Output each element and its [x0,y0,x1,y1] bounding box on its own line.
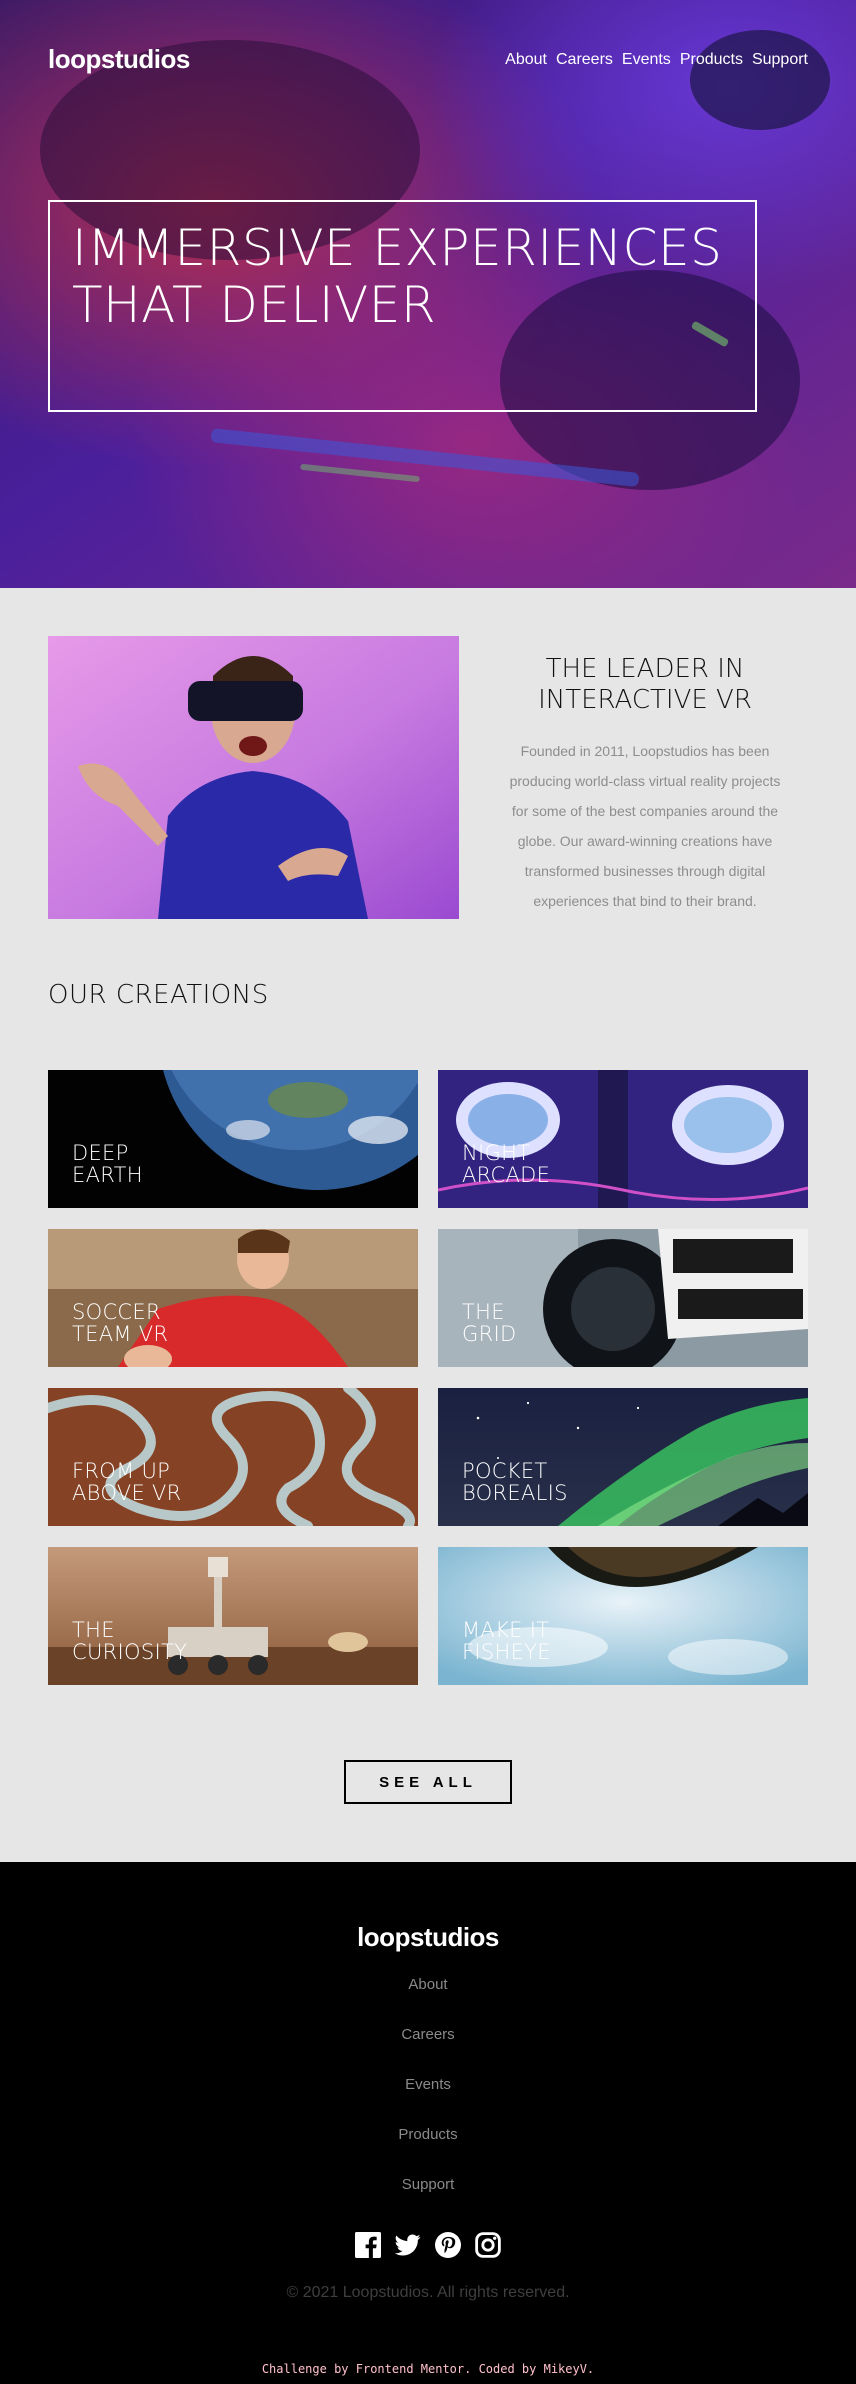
creation-card-pocket-borealis[interactable]: POCKET BOREALIS [438,1388,808,1526]
soccer-team-vr-image [48,1229,418,1367]
leader-section: THE LEADER IN INTERACTIVE VR Founded in … [0,588,856,980]
creation-card-label: DEEP EARTH [72,1141,143,1187]
nav-link-support[interactable]: Support [752,51,808,69]
the-curiosity-image [48,1547,418,1685]
twitter-icon[interactable] [395,2232,421,2258]
creation-card-label: THE CURIOSITY [72,1618,188,1664]
hero-title: IMMERSIVE EXPERIENCES THAT DELIVER [72,219,723,334]
footer-link-products[interactable]: Products [398,2126,457,2144]
nav-link-products[interactable]: Products [680,51,743,69]
see-all-button[interactable]: SEE ALL [344,1760,512,1804]
creation-card-label: THE GRID [462,1300,517,1346]
nav-link-events[interactable]: Events [622,51,671,69]
footer-link-support[interactable]: Support [402,2176,455,2194]
leader-body: Founded in 2011, Loopstudios has been pr… [509,743,781,909]
hero-headline-box: IMMERSIVE EXPERIENCES THAT DELIVER [48,200,757,412]
creation-card-label: POCKET BOREALIS [462,1459,568,1505]
deep-earth-image [48,1070,418,1208]
footer-nav: About Careers Events Products Support [0,1976,856,2194]
footer-link-careers[interactable]: Careers [401,2026,454,2044]
night-arcade-image [438,1070,808,1208]
creation-card-deep-earth[interactable]: DEEP EARTH [48,1070,418,1208]
creation-card-the-grid[interactable]: THE GRID [438,1229,808,1367]
creations-grid: DEEP EARTH NIGHT ARCADE SOCCER TEAM VR T… [48,1070,808,1685]
make-it-fisheye-image [438,1547,808,1685]
creation-card-from-up-above-vr[interactable]: FROM UP ABOVE VR [48,1388,418,1526]
site-header: loopstudios About Careers Events Product… [48,44,808,75]
creations-title: OUR CREATIONS [48,980,269,1010]
header-logo[interactable]: loopstudios [48,44,190,75]
footer-link-events[interactable]: Events [405,2076,451,2094]
creation-card-label: FROM UP ABOVE VR [72,1459,182,1505]
creation-card-night-arcade[interactable]: NIGHT ARCADE [438,1070,808,1208]
nav-link-careers[interactable]: Careers [556,51,613,69]
creations-section: OUR CREATIONS DEEP EARTH NIGHT ARCADE SO… [0,980,856,1862]
header-nav: About Careers Events Products Support [505,51,808,69]
pinterest-icon[interactable] [435,2232,461,2258]
creation-card-soccer-team-vr[interactable]: SOCCER TEAM VR [48,1229,418,1367]
pocket-borealis-image [438,1388,808,1526]
copyright-text: © 2021 Loopstudios. All rights reserved. [286,2284,570,2301]
the-grid-image [438,1229,808,1367]
instagram-icon[interactable] [475,2232,501,2258]
creation-card-label: NIGHT ARCADE [462,1141,551,1187]
hero-section: loopstudios About Careers Events Product… [0,0,856,588]
creation-card-the-curiosity[interactable]: THE CURIOSITY [48,1547,418,1685]
attribution-text: Challenge by Frontend Mentor. Coded by M… [261,2362,595,2376]
nav-link-about[interactable]: About [505,51,547,69]
footer-link-about[interactable]: About [408,1976,447,1994]
site-footer: loopstudios About Careers Events Product… [0,1862,856,2384]
social-links [0,2232,856,2258]
creation-card-label: SOCCER TEAM VR [72,1300,169,1346]
creation-card-make-it-fisheye[interactable]: MAKE IT FISHEYE [438,1547,808,1685]
facebook-icon[interactable] [355,2232,381,2258]
leader-image [48,636,459,919]
footer-logo[interactable]: loopstudios [0,1922,856,1953]
leader-text-block: THE LEADER IN INTERACTIVE VR Founded in … [500,654,790,916]
leader-title: THE LEADER IN INTERACTIVE VR [538,654,752,715]
creation-card-label: MAKE IT FISHEYE [462,1618,551,1664]
from-up-above-vr-image [48,1388,418,1526]
